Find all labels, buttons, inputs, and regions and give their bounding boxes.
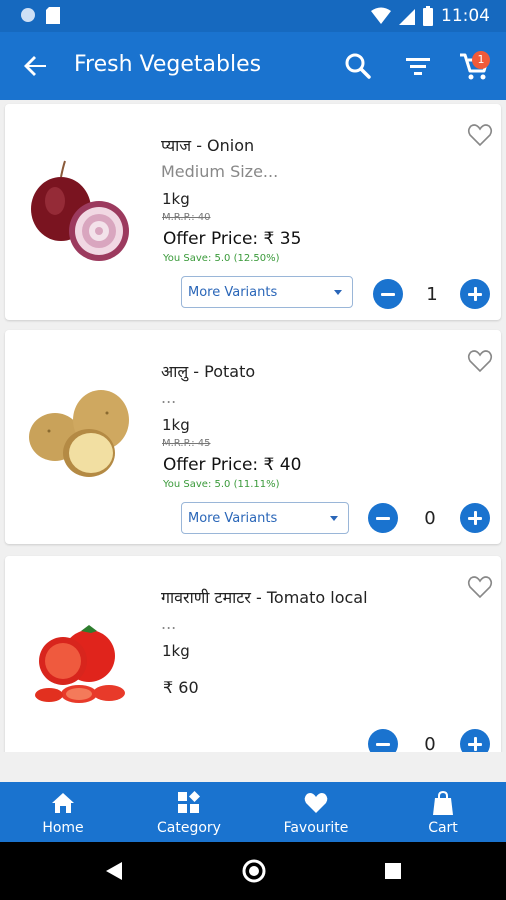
nav-category-label: Category: [157, 820, 221, 836]
favourite-heart-icon[interactable]: [467, 122, 493, 148]
nav-home-label: Home: [42, 820, 84, 836]
more-variants-dropdown[interactable]: More Variants: [181, 502, 349, 534]
increase-quantity-button[interactable]: [460, 279, 490, 309]
nav-favourite[interactable]: Favourite: [253, 782, 379, 842]
status-time: 11:04: [441, 6, 490, 26]
nav-home[interactable]: Home: [0, 782, 126, 842]
nav-cart-label: Cart: [428, 820, 458, 836]
offer-price: Offer Price: ₹ 40: [163, 455, 302, 475]
more-variants-label: More Variants: [188, 285, 278, 300]
nav-favourite-label: Favourite: [283, 820, 349, 836]
product-name: गावराणी टमाटर - Tomato local: [161, 588, 368, 607]
status-bar: 11:04: [0, 0, 506, 32]
decrease-quantity-button[interactable]: [368, 729, 398, 752]
notification-dot-icon: [21, 8, 35, 22]
product-unit: 1kg: [162, 642, 190, 660]
product-mrp: M.R.P.: 45: [162, 438, 211, 449]
you-save-text: You Save: 5.0 (12.50%): [163, 253, 280, 264]
product-card[interactable]: गावराणी टमाटर - Tomato local ... 1kg ₹ 6…: [5, 556, 501, 752]
product-name: प्याज - Onion: [161, 136, 255, 155]
search-icon[interactable]: [342, 50, 374, 82]
product-name: आलु - Potato: [161, 362, 256, 381]
product-mrp: M.R.P.: 40: [162, 212, 211, 223]
filter-icon[interactable]: [402, 50, 434, 82]
product-description: Medium Size...: [161, 162, 279, 181]
increase-quantity-button[interactable]: [460, 729, 490, 752]
quantity-value: 1: [426, 284, 438, 305]
signal-icon: [399, 9, 415, 25]
decrease-quantity-button[interactable]: [368, 503, 398, 533]
page-title: Fresh Vegetables: [74, 52, 262, 77]
nav-cart[interactable]: Cart: [380, 782, 506, 842]
system-navigation-bar: [0, 842, 506, 900]
wifi-icon: [371, 7, 391, 24]
home-circle-icon[interactable]: [241, 858, 267, 884]
app-bar: Fresh Vegetables: [0, 32, 506, 100]
dropdown-caret-icon: [330, 516, 338, 521]
quantity-value: 0: [424, 508, 436, 529]
bottom-navigation: Home Category Favourite Cart: [0, 782, 506, 842]
nav-category[interactable]: Category: [126, 782, 252, 842]
more-variants-dropdown[interactable]: More Variants: [181, 276, 353, 308]
favourite-heart-icon[interactable]: [467, 574, 493, 600]
increase-quantity-button[interactable]: [460, 503, 490, 533]
more-variants-label: More Variants: [188, 511, 278, 526]
battery-icon: [423, 6, 433, 26]
offer-price: Offer Price: ₹ 35: [163, 229, 302, 249]
product-card[interactable]: प्याज - Onion Medium Size... 1kg M.R.P.:…: [5, 104, 501, 320]
product-unit: 1kg: [162, 190, 190, 208]
product-description: ...: [161, 388, 177, 407]
you-save-text: You Save: 5.0 (11.11%): [163, 479, 280, 490]
decrease-quantity-button[interactable]: [373, 279, 403, 309]
dropdown-caret-icon: [334, 290, 342, 295]
recents-square-icon[interactable]: [384, 862, 402, 880]
sd-card-icon: [46, 7, 60, 24]
product-card[interactable]: आलु - Potato ... 1kg M.R.P.: 45 Offer Pr…: [5, 330, 501, 544]
potato-image: [29, 390, 129, 477]
favourite-heart-icon[interactable]: [467, 348, 493, 374]
back-arrow-icon[interactable]: [20, 50, 52, 82]
bag-icon: [433, 790, 453, 815]
category-icon: [178, 791, 200, 813]
product-price: ₹ 60: [163, 678, 199, 697]
onion-image: [31, 160, 129, 261]
tomato-image: [35, 625, 125, 703]
quantity-value: 0: [424, 734, 436, 752]
product-unit: 1kg: [162, 416, 190, 434]
heart-icon: [304, 793, 328, 813]
home-icon: [52, 793, 74, 813]
product-list: प्याज - Onion Medium Size... 1kg M.R.P.:…: [0, 100, 506, 752]
cart-count-badge: 1: [472, 51, 490, 69]
product-description: ...: [161, 614, 177, 633]
back-triangle-icon[interactable]: [104, 860, 124, 882]
